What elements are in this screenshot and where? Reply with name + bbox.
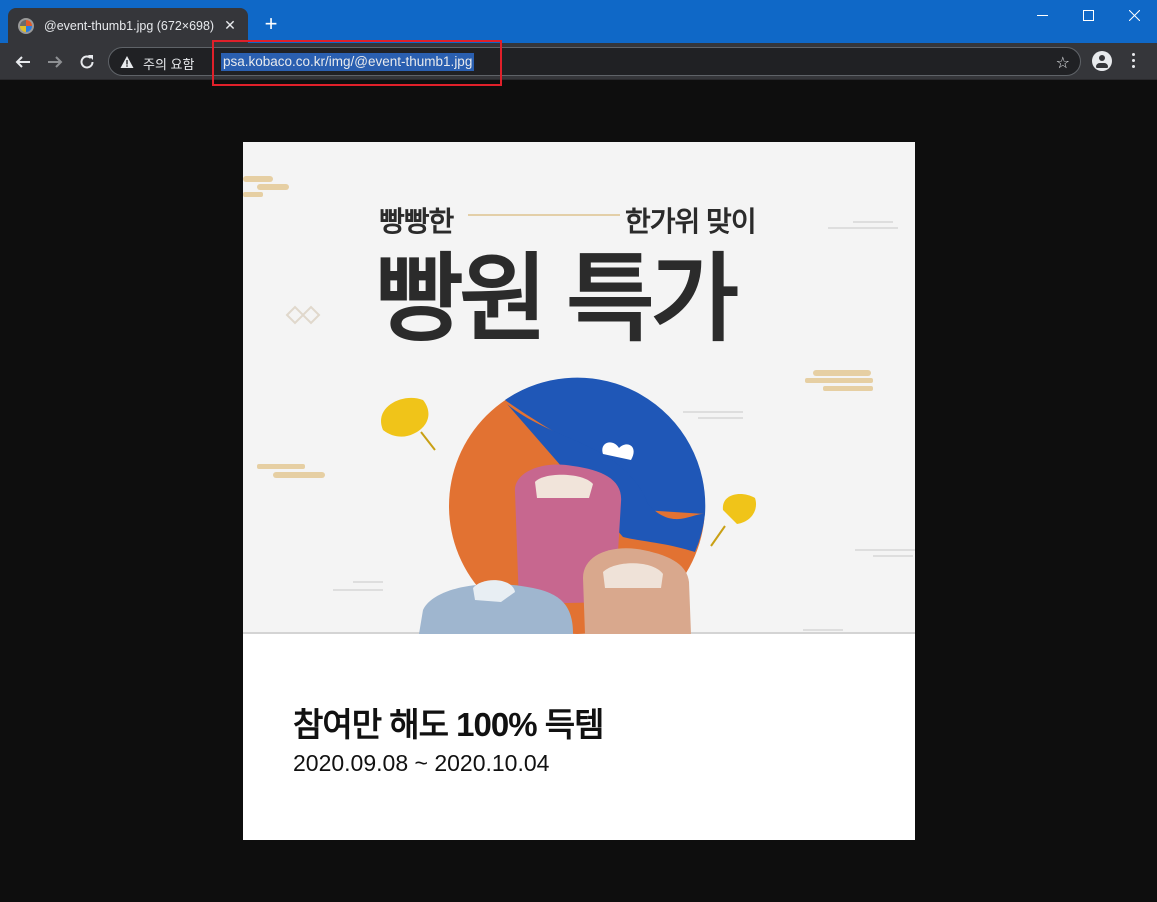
back-icon[interactable] [10,49,36,75]
displayed-image: 빵빵한 한가위 맞이 빵원 특가 참여만 해도 100% 득템 2020.09.… [243,142,915,840]
browser-toolbar: 주의 요함 psa.kobaco.co.kr/img/@event-thumb1… [0,43,1157,80]
account-icon[interactable] [1092,51,1112,71]
caption-date-range: 2020.09.08 ~ 2020.10.04 [293,750,550,776]
minimize-icon[interactable] [1019,0,1065,30]
banner-divider-line [468,214,620,216]
event-banner: 빵빵한 한가위 맞이 빵원 특가 [243,142,915,634]
caption-title: 참여만 해도 100% 득템 [293,706,604,743]
menu-icon[interactable] [1128,52,1140,70]
forward-icon[interactable] [42,49,68,75]
plus-icon[interactable]: + [260,13,282,35]
warning-icon [120,56,134,68]
security-label[interactable]: 주의 요함 [143,54,194,73]
annotation-highlight-box [212,40,502,86]
banner-subtitle-left: 빵빵한 [379,206,454,237]
close-icon[interactable]: ✕ [222,17,238,34]
banner-subtitle-right: 한가위 맞이 [625,206,757,237]
reload-icon[interactable] [74,49,100,75]
window-titlebar: @event-thumb1.jpg (672×698) ✕ + [0,0,1157,43]
favicon-icon [18,17,34,34]
star-icon[interactable]: ☆ [1056,53,1070,73]
tab-title: @event-thumb1.jpg (672×698) [44,18,215,33]
browser-tab[interactable]: @event-thumb1.jpg (672×698) ✕ [8,8,248,43]
maximize-icon[interactable] [1065,0,1111,30]
banner-title: 빵원 특가 [375,246,739,353]
window-close-icon[interactable] [1111,0,1157,30]
